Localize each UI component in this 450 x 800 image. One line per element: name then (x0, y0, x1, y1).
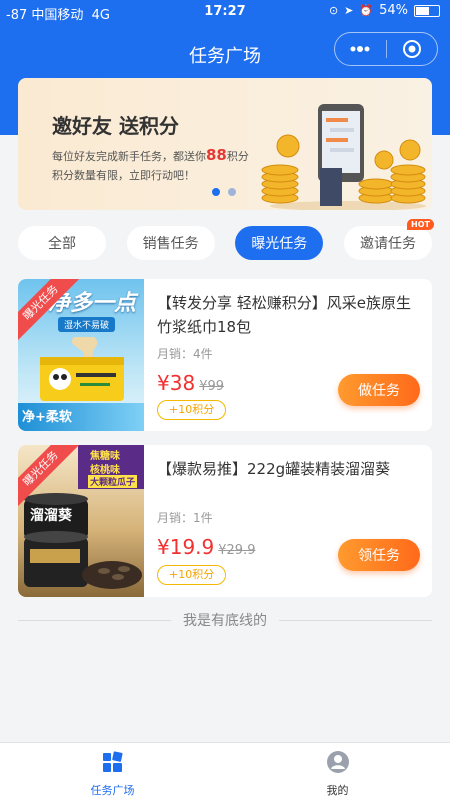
product-image: 焦糖味 核桃味 大颗粒瓜子 溜溜葵 曝光任务 (18, 445, 144, 597)
price: ¥38 ¥99 (157, 371, 224, 395)
end-of-list-text: 我是有底线的 (183, 613, 267, 629)
original-price: ¥29.9 (218, 543, 256, 558)
lock-rotation-icon: ⊙ (328, 4, 339, 17)
tab-sales[interactable]: 销售任务 (126, 226, 215, 260)
tabbar-label: 任务广场 (90, 784, 135, 797)
carousel-dot[interactable] (228, 188, 236, 196)
tab-invite-label: 邀请任务 (359, 236, 416, 252)
banner-illustration (261, 104, 426, 210)
tissue-box-illustration (40, 337, 124, 401)
banner-subtitle: 每位好友完成新手任务，都送你88积分 积分数量有限，立即行动吧！ (52, 146, 249, 182)
grid-squares-icon (102, 751, 123, 772)
monthly-sales: 月销：4件 (157, 347, 213, 361)
banner-title: 邀好友 送积分 (52, 114, 179, 138)
task-tabs: 全部 销售任务 曝光任务 邀请任务 HOT (18, 219, 434, 262)
product-title: 【转发分享 轻松赚积分】风采e族原生竹浆纸巾18包 (157, 294, 411, 336)
seed-can-illustration (24, 493, 142, 589)
end-of-list-divider: 我是有底线的 (18, 610, 432, 630)
carousel-dot-active[interactable] (212, 188, 220, 196)
task-card[interactable]: 焦糖味 核桃味 大颗粒瓜子 溜溜葵 曝光任务 【爆款易推】222g罐装精装溜溜葵… (18, 445, 432, 597)
more-dots-icon[interactable] (335, 33, 386, 65)
alarm-icon: ⏰ (359, 4, 374, 17)
banner-points-number: 88 (206, 146, 227, 164)
tab-exposure[interactable]: 曝光任务 (235, 226, 324, 260)
current-price: ¥19.9 (157, 535, 215, 559)
hot-badge: HOT (407, 219, 434, 230)
do-task-button[interactable]: 做任务 (338, 374, 420, 406)
points-badge: +10积分 (157, 565, 227, 585)
location-icon: ➤ (344, 4, 354, 17)
tabbar-item-mine[interactable]: 我的 (225, 743, 450, 800)
task-card[interactable]: 净多一点 湿水不易破 净+柔软 曝光任务 【转发分享 轻松赚积分】风采e族原生竹… (18, 279, 432, 431)
current-price: ¥38 (157, 371, 196, 395)
flavor-label: 核桃味 (90, 465, 120, 476)
mini-program-capsule (334, 32, 438, 66)
price: ¥19.9 ¥29.9 (157, 535, 255, 559)
status-bar: -87 中国移动 4G 17:27 ⊙ ➤ ⏰ 54% (0, 0, 450, 24)
product-title: 【爆款易推】222g罐装精装溜溜葵 (157, 460, 391, 478)
original-price: ¥99 (199, 379, 225, 394)
carousel-indicator (212, 188, 236, 196)
tab-all[interactable]: 全部 (18, 226, 106, 260)
tabbar-item-task-square[interactable]: 任务广场 (0, 743, 225, 800)
product-image: 净多一点 湿水不易破 净+柔软 曝光任务 (18, 279, 144, 431)
points-badge: +10积分 (157, 400, 227, 420)
invite-banner[interactable]: 邀好友 送积分 每位好友完成新手任务，都送你88积分 积分数量有限，立即行动吧！ (18, 78, 432, 210)
claim-task-button[interactable]: 领任务 (338, 539, 420, 571)
tabbar-label: 我的 (326, 784, 349, 797)
tab-invite[interactable]: 邀请任务 HOT (343, 219, 434, 260)
flavor-label: 焦糖味 (90, 451, 120, 462)
monthly-sales: 月销：1件 (157, 511, 213, 525)
battery-percent: 54% (379, 3, 408, 18)
user-avatar-icon (326, 751, 349, 773)
bottom-tab-bar: 任务广场 我的 (0, 742, 450, 800)
target-circle-icon[interactable] (387, 33, 438, 65)
battery-icon (414, 4, 440, 17)
